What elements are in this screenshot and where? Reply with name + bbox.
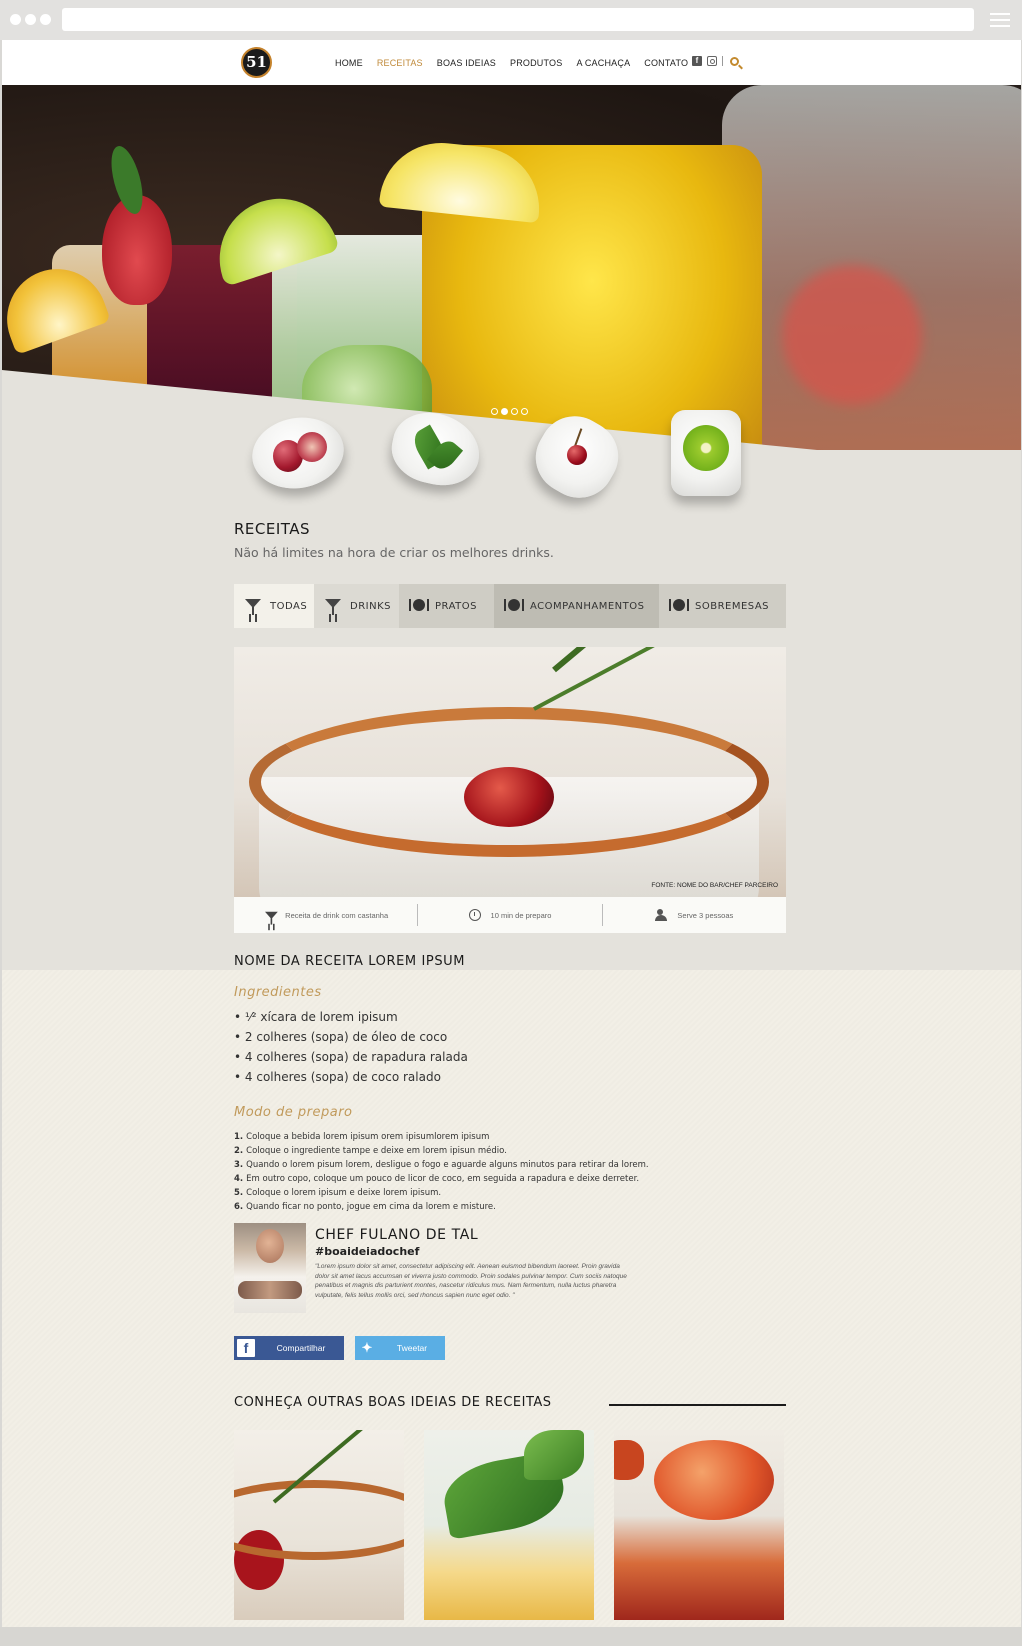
chef-quote: "Lorem ipsum dolor sit amet, consectetur… bbox=[315, 1263, 627, 1299]
tab-label: TODAS bbox=[270, 600, 308, 612]
chef-head-shape bbox=[256, 1229, 284, 1263]
recipe-thumbnail[interactable] bbox=[234, 1430, 404, 1620]
photo-credit: FONTE: NOME DO BAR/CHEF PARCEIRO bbox=[651, 882, 778, 889]
page: 51 HOME RECEITAS BOAS IDEIAS PRODUTOS A … bbox=[2, 40, 1021, 1627]
tab-drinks[interactable]: DRINKS bbox=[314, 584, 399, 628]
list-item: ¹⁄² xícara de lorem ipisum bbox=[234, 1007, 468, 1027]
tab-label: PRATOS bbox=[435, 600, 477, 612]
list-item: 5. Coloque o lorem ipisum e deixe lorem i… bbox=[234, 1188, 442, 1198]
method-steps: 1. Coloque a bebida lorem ipisum orem ipi… bbox=[234, 1130, 649, 1214]
recipe-type: Receita de drink com castanha bbox=[234, 897, 417, 933]
browser-bottom-bar bbox=[0, 1627, 1022, 1646]
category-tabs: TODAS DRINKS PRATOS ACOMPANHAMENTOS SOBR… bbox=[234, 584, 786, 628]
instagram-icon[interactable] bbox=[707, 56, 717, 66]
tab-label: ACOMPANHAMENTOS bbox=[530, 600, 645, 612]
method-title: Modo de preparo bbox=[234, 1105, 353, 1120]
search-icon[interactable] bbox=[730, 56, 739, 66]
fruit-shape bbox=[614, 1440, 644, 1480]
hero-image-part bbox=[782, 265, 922, 405]
glass-rim-shape bbox=[249, 707, 769, 857]
window-controls[interactable] bbox=[10, 14, 51, 25]
chef-arms-shape bbox=[238, 1281, 302, 1299]
divider bbox=[722, 56, 723, 66]
list-item: 6. Quando ficar no ponto, jogue em cima d… bbox=[234, 1202, 496, 1212]
tab-label: SOBREMESAS bbox=[695, 600, 770, 612]
fruit-shape bbox=[654, 1440, 774, 1520]
carousel-dot[interactable] bbox=[521, 408, 528, 415]
nav-item-receitas[interactable]: RECEITAS bbox=[377, 58, 423, 68]
section-title: RECEITAS bbox=[234, 520, 311, 538]
list-item: 2 colheres (sopa) de óleo de coco bbox=[234, 1027, 468, 1047]
social-links: f bbox=[692, 56, 739, 66]
list-item: 3. Quando o lorem pisum lorem, desligue o… bbox=[234, 1160, 649, 1170]
nav-item-boas-ideias[interactable]: BOAS IDEIAS bbox=[437, 58, 496, 68]
tab-pratos[interactable]: PRATOS bbox=[399, 584, 494, 628]
divider bbox=[609, 1404, 786, 1406]
ingredients-list: ¹⁄² xícara de lorem ipisum 2 colheres (s… bbox=[234, 1007, 468, 1087]
facebook-icon: f bbox=[237, 1339, 255, 1357]
nav-menu: HOME RECEITAS BOAS IDEIAS PRODUTOS A CAC… bbox=[335, 58, 702, 68]
mint-leaf-shape bbox=[524, 1430, 584, 1480]
browser-menu-icon[interactable] bbox=[990, 13, 1010, 31]
main-nav: 51 HOME RECEITAS BOAS IDEIAS PRODUTOS A … bbox=[2, 40, 1021, 85]
carousel-dot[interactable] bbox=[511, 408, 518, 415]
carousel-dot-active[interactable] bbox=[501, 408, 508, 415]
plate-icon bbox=[504, 597, 522, 615]
section-subtitle: Não há limites na hora de criar os melho… bbox=[234, 545, 554, 560]
list-item: 4 colheres (sopa) de rapadura ralada bbox=[234, 1047, 468, 1067]
chef-avatar bbox=[234, 1223, 306, 1313]
list-item: 4. Em outro copo, coloque um pouco de lic… bbox=[234, 1174, 640, 1184]
glass-rim-shape bbox=[234, 1480, 404, 1560]
nav-item-produtos[interactable]: PRODUTOS bbox=[510, 58, 562, 68]
cherry-icon bbox=[567, 445, 587, 465]
chef-hashtag[interactable]: #boaideiadochef bbox=[315, 1245, 419, 1258]
plate-icon bbox=[669, 597, 687, 615]
browser-chrome bbox=[0, 0, 1022, 40]
recipe-thumbnail[interactable] bbox=[614, 1430, 784, 1620]
twitter-bird-icon: ✦ bbox=[361, 1340, 373, 1355]
list-item: 4 colheres (sopa) de coco ralado bbox=[234, 1067, 468, 1087]
plate-icon bbox=[409, 597, 427, 615]
tab-todas[interactable]: TODAS bbox=[234, 584, 314, 628]
recipe-time: 10 min de preparo bbox=[417, 904, 601, 926]
tweet-button[interactable]: ✦ Tweetar bbox=[355, 1336, 445, 1360]
kiwi-icon bbox=[683, 425, 729, 471]
facebook-share-button[interactable]: f Compartilhar bbox=[234, 1336, 344, 1360]
recipe-thumbnail[interactable] bbox=[424, 1430, 594, 1620]
nav-item-a-cachaca[interactable]: A CACHAÇA bbox=[576, 58, 630, 68]
share-label: Compartilhar bbox=[276, 1343, 326, 1353]
recipe-name: NOME DA RECEITA LOREM IPSUM bbox=[234, 954, 466, 969]
more-recipes-title: CONHEÇA OUTRAS BOAS IDEIAS DE RECEITAS bbox=[234, 1395, 552, 1410]
list-item: 1. Coloque a bebida lorem ipisum orem ipi… bbox=[234, 1132, 490, 1142]
tab-acompanhamentos[interactable]: ACOMPANHAMENTOS bbox=[494, 584, 659, 628]
facebook-icon[interactable]: f bbox=[692, 56, 702, 66]
people-icon bbox=[655, 909, 668, 921]
recipe-type-label: Receita de drink com castanha bbox=[285, 910, 389, 920]
clock-icon bbox=[468, 909, 481, 921]
grape-icon bbox=[297, 432, 327, 462]
recipe-serves: Serve 3 pessoas bbox=[601, 904, 786, 926]
nav-item-home[interactable]: HOME bbox=[335, 58, 363, 68]
list-item: 2. Coloque o ingrediente tampe e deixe em… bbox=[234, 1146, 507, 1156]
recipe-photo: FONTE: NOME DO BAR/CHEF PARCEIRO bbox=[234, 647, 786, 897]
recipe-time-label: 10 min de preparo bbox=[490, 910, 552, 920]
tab-sobremesas[interactable]: SOBREMESAS bbox=[659, 584, 786, 628]
brand-logo[interactable]: 51 bbox=[241, 47, 272, 78]
glass-icon bbox=[264, 910, 278, 925]
carousel-dot[interactable] bbox=[491, 408, 498, 415]
tab-label: DRINKS bbox=[350, 600, 391, 612]
glass-icon bbox=[324, 597, 342, 615]
recipe-serves-label: Serve 3 pessoas bbox=[677, 910, 734, 920]
carousel-dots bbox=[491, 408, 528, 415]
glass-icon bbox=[244, 597, 262, 615]
chef-name: CHEF FULANO DE TAL bbox=[315, 1227, 479, 1243]
address-bar[interactable] bbox=[62, 8, 974, 31]
recipe-info-bar: Receita de drink com castanha 10 min de … bbox=[234, 897, 786, 933]
ingredients-title: Ingredientes bbox=[234, 985, 322, 1000]
tweet-label: Tweetar bbox=[396, 1343, 428, 1353]
nav-item-contato[interactable]: CONTATO bbox=[644, 58, 688, 68]
